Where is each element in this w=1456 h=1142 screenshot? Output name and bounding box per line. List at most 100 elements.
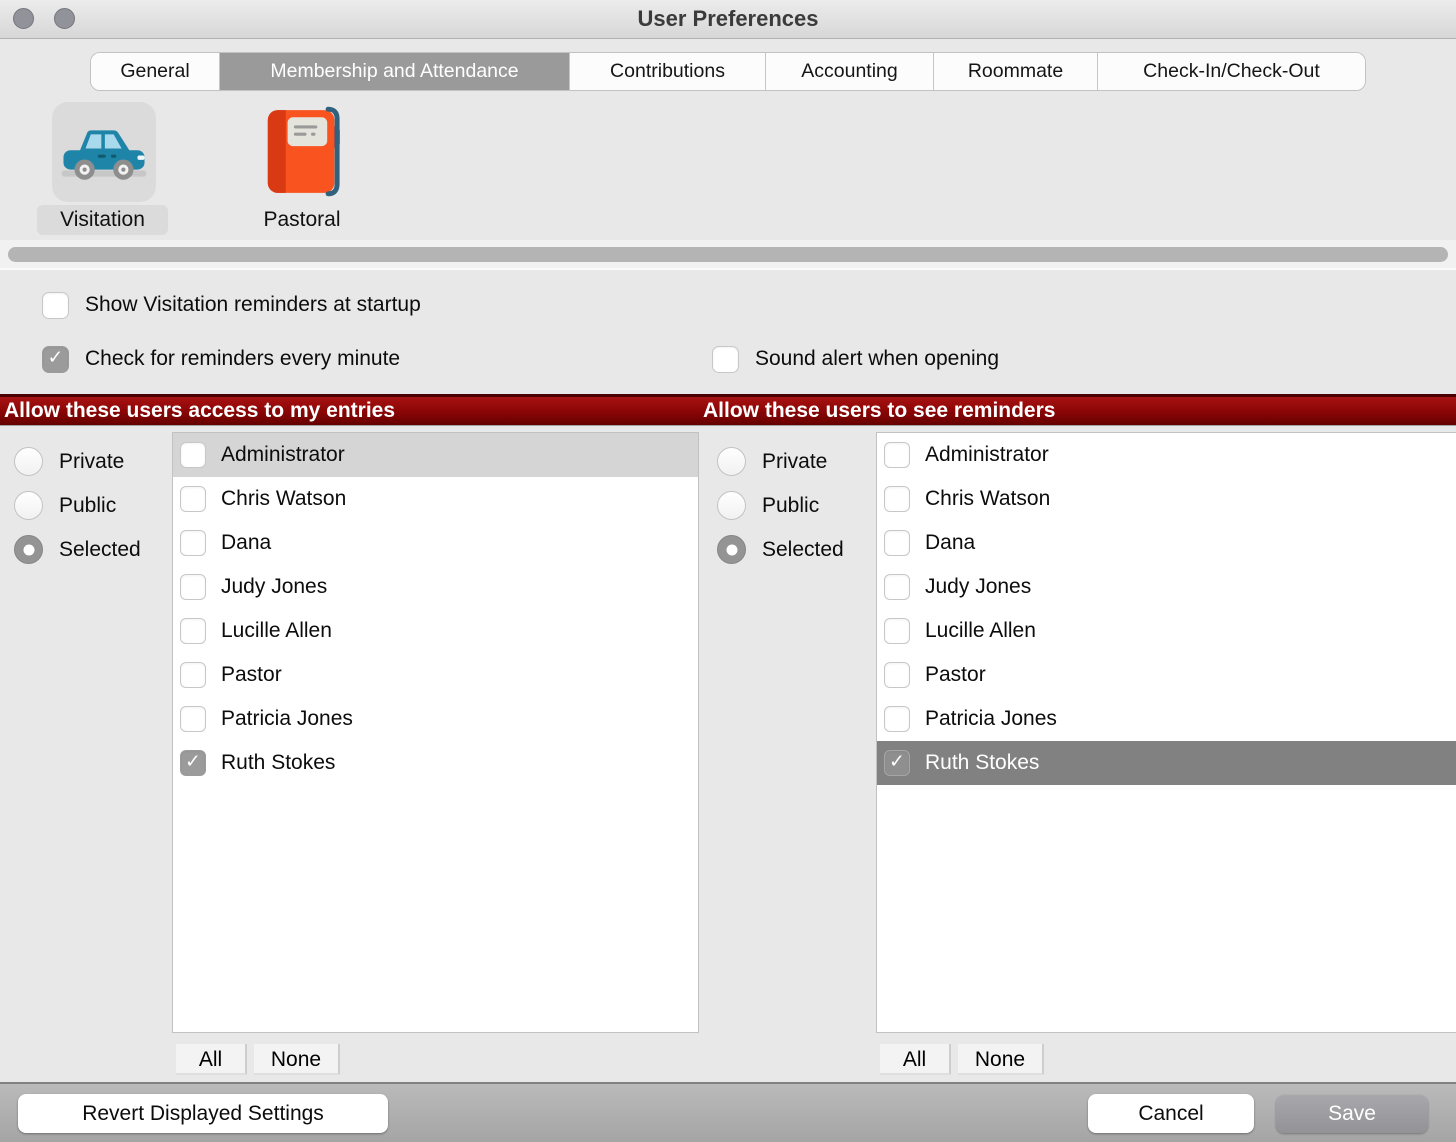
- radio-label: Public: [59, 494, 116, 518]
- save-button[interactable]: Save: [1276, 1095, 1428, 1133]
- user-name-label: Chris Watson: [221, 487, 346, 511]
- toolbar-item-visitation[interactable]: [52, 102, 156, 202]
- user-checkbox-pastor[interactable]: ✓: [180, 662, 206, 688]
- reminders-user-list: ✓ Administrator ✓ Chris Watson ✓ Dana ✓ Judy Jo…: [876, 432, 1456, 1033]
- user-name-label: Judy Jones: [925, 575, 1031, 599]
- user-row-judy-jones[interactable]: ✓ Judy Jones: [877, 565, 1456, 609]
- option-sound-alert: ✓ Sound alert when opening: [712, 345, 999, 373]
- option-show-reminders: ✓ Show Visitation reminders at startup: [42, 291, 421, 319]
- reminders-radio-row-selected: Selected: [717, 535, 844, 564]
- user-preferences-window: User Preferences GeneralMembership and A…: [0, 0, 1456, 1142]
- access-radio-row-public: Public: [14, 491, 141, 520]
- user-row-administrator[interactable]: ✓ Administrator: [877, 433, 1456, 477]
- access-none-button[interactable]: None: [254, 1044, 340, 1075]
- reminders-radio-row-private: Private: [717, 447, 844, 476]
- user-name-label: Administrator: [221, 443, 345, 467]
- user-checkbox-judy-jones[interactable]: ✓: [180, 574, 206, 600]
- user-row-patricia-jones[interactable]: ✓ Patricia Jones: [173, 697, 698, 741]
- user-checkbox-ruth-stokes[interactable]: ✓: [180, 750, 206, 776]
- user-name-label: Pastor: [925, 663, 986, 687]
- check-every-minute-checkbox[interactable]: ✓: [42, 346, 69, 373]
- user-row-patricia-jones[interactable]: ✓ Patricia Jones: [877, 697, 1456, 741]
- user-checkbox-chris-watson[interactable]: ✓: [180, 486, 206, 512]
- cancel-button[interactable]: Cancel: [1088, 1094, 1254, 1133]
- tab-check-in-check-out[interactable]: Check-In/Check-Out: [1098, 53, 1365, 90]
- window-minimize-button[interactable]: [54, 8, 75, 29]
- user-name-label: Lucille Allen: [925, 619, 1036, 643]
- revert-displayed-settings-button[interactable]: Revert Displayed Settings: [18, 1094, 388, 1133]
- user-row-chris-watson[interactable]: ✓ Chris Watson: [173, 477, 698, 521]
- show-reminders-checkbox[interactable]: ✓: [42, 292, 69, 319]
- reminders-none-button[interactable]: None: [958, 1044, 1044, 1075]
- user-row-chris-watson[interactable]: ✓ Chris Watson: [877, 477, 1456, 521]
- horizontal-scrollbar-thumb[interactable]: [8, 247, 1448, 262]
- tab-contributions[interactable]: Contributions: [570, 53, 766, 90]
- user-row-administrator[interactable]: ✓ Administrator: [173, 433, 698, 477]
- user-row-lucille-allen[interactable]: ✓ Lucille Allen: [877, 609, 1456, 653]
- radio-label: Private: [762, 450, 827, 474]
- user-row-dana[interactable]: ✓ Dana: [173, 521, 698, 565]
- user-name-label: Patricia Jones: [221, 707, 353, 731]
- car-icon: [58, 115, 150, 189]
- tab-bar: GeneralMembership and AttendanceContribu…: [90, 52, 1366, 91]
- toolbar-scrollbar-track: [0, 240, 1456, 270]
- user-row-lucille-allen[interactable]: ✓ Lucille Allen: [173, 609, 698, 653]
- user-checkbox-chris-watson[interactable]: ✓: [884, 486, 910, 512]
- user-name-label: Judy Jones: [221, 575, 327, 599]
- user-name-label: Ruth Stokes: [221, 751, 335, 775]
- check-icon: ✓: [889, 751, 905, 774]
- access-radio-selected[interactable]: [14, 535, 43, 564]
- user-name-label: Chris Watson: [925, 487, 1050, 511]
- reminders-all-button[interactable]: All: [880, 1044, 951, 1075]
- user-checkbox-pastor[interactable]: ✓: [884, 662, 910, 688]
- tab-roommate[interactable]: Roommate: [934, 53, 1098, 90]
- radio-label: Selected: [762, 538, 844, 562]
- user-row-pastor[interactable]: ✓ Pastor: [173, 653, 698, 697]
- user-checkbox-administrator[interactable]: ✓: [884, 442, 910, 468]
- user-name-label: Pastor: [221, 663, 282, 687]
- user-row-ruth-stokes[interactable]: ✓ Ruth Stokes: [173, 741, 698, 785]
- user-checkbox-dana[interactable]: ✓: [884, 530, 910, 556]
- user-name-label: Patricia Jones: [925, 707, 1057, 731]
- user-row-pastor[interactable]: ✓ Pastor: [877, 653, 1456, 697]
- user-name-label: Lucille Allen: [221, 619, 332, 643]
- tab-general[interactable]: General: [91, 53, 220, 90]
- notebook-icon: [257, 104, 347, 199]
- access-all-button[interactable]: All: [176, 1044, 247, 1075]
- window-title: User Preferences: [0, 0, 1456, 38]
- user-checkbox-lucille-allen[interactable]: ✓: [884, 618, 910, 644]
- reminders-radio-row-public: Public: [717, 491, 844, 520]
- user-name-label: Ruth Stokes: [925, 751, 1039, 775]
- user-checkbox-judy-jones[interactable]: ✓: [884, 574, 910, 600]
- show-reminders-label: Show Visitation reminders at startup: [85, 293, 421, 317]
- sound-alert-checkbox[interactable]: ✓: [712, 346, 739, 373]
- user-row-dana[interactable]: ✓ Dana: [877, 521, 1456, 565]
- user-name-label: Dana: [221, 531, 271, 555]
- window-close-button[interactable]: [13, 8, 34, 29]
- access-radio-public[interactable]: [14, 491, 43, 520]
- user-checkbox-dana[interactable]: ✓: [180, 530, 206, 556]
- user-name-label: Administrator: [925, 443, 1049, 467]
- user-checkbox-lucille-allen[interactable]: ✓: [180, 618, 206, 644]
- user-name-label: Dana: [925, 531, 975, 555]
- user-row-ruth-stokes[interactable]: ✓ Ruth Stokes: [877, 741, 1456, 785]
- user-checkbox-patricia-jones[interactable]: ✓: [884, 706, 910, 732]
- access-radio-row-private: Private: [14, 447, 141, 476]
- radio-dot-icon: [23, 544, 34, 555]
- user-checkbox-ruth-stokes[interactable]: ✓: [884, 750, 910, 776]
- user-checkbox-administrator[interactable]: ✓: [180, 442, 206, 468]
- reminders-radio-public[interactable]: [717, 491, 746, 520]
- sound-alert-label: Sound alert when opening: [755, 347, 999, 371]
- toolbar-item-pastoral-label: Pastoral: [252, 205, 352, 235]
- option-check-every-minute: ✓ Check for reminders every minute: [42, 345, 400, 373]
- radio-label: Selected: [59, 538, 141, 562]
- access-radio-private[interactable]: [14, 447, 43, 476]
- tab-membership-and-attendance[interactable]: Membership and Attendance: [220, 53, 570, 90]
- reminders-radio-selected[interactable]: [717, 535, 746, 564]
- tab-accounting[interactable]: Accounting: [766, 53, 934, 90]
- toolbar-item-pastoral[interactable]: [252, 100, 352, 203]
- user-row-judy-jones[interactable]: ✓ Judy Jones: [173, 565, 698, 609]
- user-checkbox-patricia-jones[interactable]: ✓: [180, 706, 206, 732]
- reminders-radio-private[interactable]: [717, 447, 746, 476]
- check-icon: ✓: [48, 347, 64, 370]
